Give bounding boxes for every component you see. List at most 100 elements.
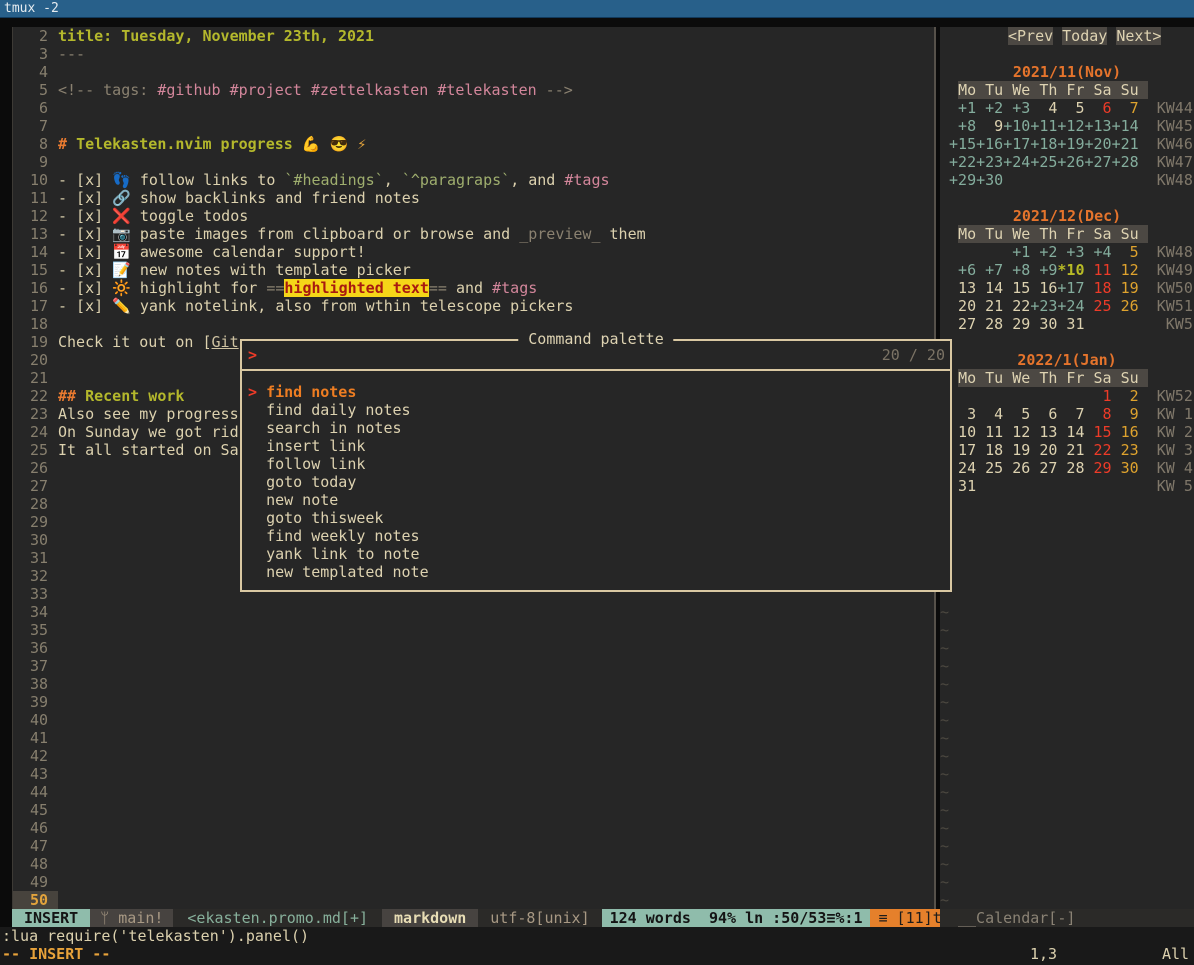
calendar-day[interactable]: 9 <box>1112 405 1139 423</box>
calendar-day[interactable]: +11 <box>1030 117 1057 135</box>
calendar-day[interactable]: +24 <box>1003 153 1030 171</box>
calendar-day[interactable]: 12 <box>1003 423 1030 441</box>
calendar-day[interactable]: 20 <box>949 297 976 315</box>
calendar-day[interactable]: +30 <box>976 171 1003 189</box>
calendar-day[interactable]: 14 <box>1057 423 1084 441</box>
calendar-day[interactable]: 8 <box>1085 405 1112 423</box>
calendar-day[interactable]: 25 <box>976 459 1003 477</box>
calendar-day[interactable]: 30 <box>1112 459 1139 477</box>
calendar-day[interactable]: 11 <box>976 423 1003 441</box>
palette-item[interactable]: > find notes <box>242 383 950 401</box>
calendar-day[interactable]: +14 <box>1112 117 1139 135</box>
calendar-day[interactable]: +7 <box>976 261 1003 279</box>
command-line-area[interactable]: :lua require('telekasten').panel() -- IN… <box>0 927 1194 965</box>
calendar-day[interactable]: 1 <box>1085 387 1112 405</box>
palette-item[interactable]: insert link <box>242 437 950 455</box>
calendar-day[interactable]: +10 <box>1003 117 1030 135</box>
calendar-day[interactable]: +15 <box>949 135 976 153</box>
palette-item[interactable]: goto today <box>242 473 950 491</box>
calendar-day[interactable]: 5 <box>1057 99 1084 117</box>
calendar-day[interactable]: 26 <box>1112 297 1139 315</box>
calendar-day[interactable]: +8 <box>1003 261 1030 279</box>
calendar-day[interactable]: 10 <box>949 423 976 441</box>
calendar-day[interactable]: +1 <box>949 99 976 117</box>
calendar-day[interactable]: 28 <box>976 315 1003 333</box>
calendar-day[interactable]: +17 <box>1057 279 1084 297</box>
calendar-day[interactable]: 29 <box>1085 459 1112 477</box>
calendar-day[interactable]: +12 <box>1057 117 1084 135</box>
calendar-window[interactable]: <PrevTodayNext> 2021/11(Nov) Mo Tu We Th… <box>940 27 1194 909</box>
calendar-day[interactable]: 15 <box>1085 423 1112 441</box>
calendar-day[interactable]: +24 <box>1057 297 1084 315</box>
calendar-day[interactable]: *10 <box>1057 261 1084 279</box>
calendar-day[interactable]: 4 <box>976 405 1003 423</box>
calendar-day[interactable]: 13 <box>1030 423 1057 441</box>
calendar-day[interactable]: 12 <box>1112 261 1139 279</box>
calendar-day[interactable]: 9 <box>976 117 1003 135</box>
calendar-day[interactable]: 17 <box>949 441 976 459</box>
calendar-day[interactable]: 26 <box>1003 459 1030 477</box>
calendar-day[interactable]: 18 <box>1085 279 1112 297</box>
calendar-day[interactable]: +17 <box>1003 135 1030 153</box>
palette-item[interactable]: new note <box>242 491 950 509</box>
calendar-day[interactable]: +3 <box>1003 99 1030 117</box>
calendar-day[interactable]: +18 <box>1030 135 1057 153</box>
palette-item[interactable]: find daily notes <box>242 401 950 419</box>
calendar-day[interactable]: 21 <box>976 297 1003 315</box>
calendar-day[interactable]: +6 <box>949 261 976 279</box>
calendar-day[interactable]: 27 <box>949 315 976 333</box>
calendar-day[interactable]: 22 <box>1085 441 1112 459</box>
calendar-prev-button[interactable]: <Prev <box>1008 27 1053 45</box>
calendar-day[interactable]: +26 <box>1057 153 1084 171</box>
calendar-day[interactable]: 6 <box>1030 405 1057 423</box>
palette-item[interactable]: search in notes <box>242 419 950 437</box>
calendar-day[interactable]: +3 <box>1057 243 1084 261</box>
calendar-today-button[interactable]: Today <box>1062 27 1107 45</box>
calendar-day[interactable]: 19 <box>1003 441 1030 459</box>
calendar-day[interactable]: +21 <box>1112 135 1139 153</box>
calendar-day[interactable]: 18 <box>976 441 1003 459</box>
calendar-day[interactable]: +1 <box>1003 243 1030 261</box>
calendar-day[interactable]: +23 <box>976 153 1003 171</box>
calendar-day[interactable]: +29 <box>949 171 976 189</box>
palette-item[interactable]: follow link <box>242 455 950 473</box>
calendar-day[interactable]: 14 <box>976 279 1003 297</box>
palette-item[interactable]: goto thisweek <box>242 509 950 527</box>
calendar-day[interactable]: +9 <box>1030 261 1057 279</box>
calendar-day[interactable]: 3 <box>949 405 976 423</box>
calendar-day[interactable]: +4 <box>1085 243 1112 261</box>
calendar-day[interactable]: +23 <box>1030 297 1057 315</box>
calendar-day[interactable]: 7 <box>1057 405 1084 423</box>
calendar-day[interactable]: 7 <box>1112 99 1139 117</box>
calendar-day[interactable]: 13 <box>949 279 976 297</box>
command-palette[interactable]: Command palette > 20 / 20 > find notes f… <box>240 339 952 592</box>
calendar-day[interactable]: +2 <box>1030 243 1057 261</box>
calendar-day[interactable]: 6 <box>1085 99 1112 117</box>
calendar-day[interactable]: 28 <box>1057 459 1084 477</box>
calendar-day[interactable]: 31 <box>949 477 976 495</box>
calendar-day[interactable]: 5 <box>1003 405 1030 423</box>
calendar-day[interactable]: 22 <box>1003 297 1030 315</box>
calendar-day[interactable]: +28 <box>1112 153 1139 171</box>
calendar-day[interactable]: 4 <box>1030 99 1057 117</box>
calendar-day[interactable]: +22 <box>949 153 976 171</box>
palette-item[interactable]: yank link to note <box>242 545 950 563</box>
calendar-next-button[interactable]: Next> <box>1116 27 1161 45</box>
calendar-day[interactable]: 5 <box>1112 243 1139 261</box>
calendar-day[interactable]: 15 <box>1003 279 1030 297</box>
calendar-day[interactable]: +16 <box>976 135 1003 153</box>
calendar-day[interactable]: 19 <box>1112 279 1139 297</box>
calendar-day[interactable]: 27 <box>1030 459 1057 477</box>
palette-item[interactable]: find weekly notes <box>242 527 950 545</box>
calendar-day[interactable]: 25 <box>1085 297 1112 315</box>
calendar-day[interactable]: +25 <box>1030 153 1057 171</box>
calendar-day[interactable]: 21 <box>1057 441 1084 459</box>
calendar-day[interactable]: 31 <box>1057 315 1084 333</box>
calendar-day[interactable]: +20 <box>1085 135 1112 153</box>
palette-item[interactable]: new templated note <box>242 563 950 581</box>
calendar-day[interactable]: 11 <box>1085 261 1112 279</box>
calendar-day[interactable]: 20 <box>1030 441 1057 459</box>
calendar-day[interactable]: 16 <box>1030 279 1057 297</box>
calendar-day[interactable]: 24 <box>949 459 976 477</box>
calendar-day[interactable]: +8 <box>949 117 976 135</box>
